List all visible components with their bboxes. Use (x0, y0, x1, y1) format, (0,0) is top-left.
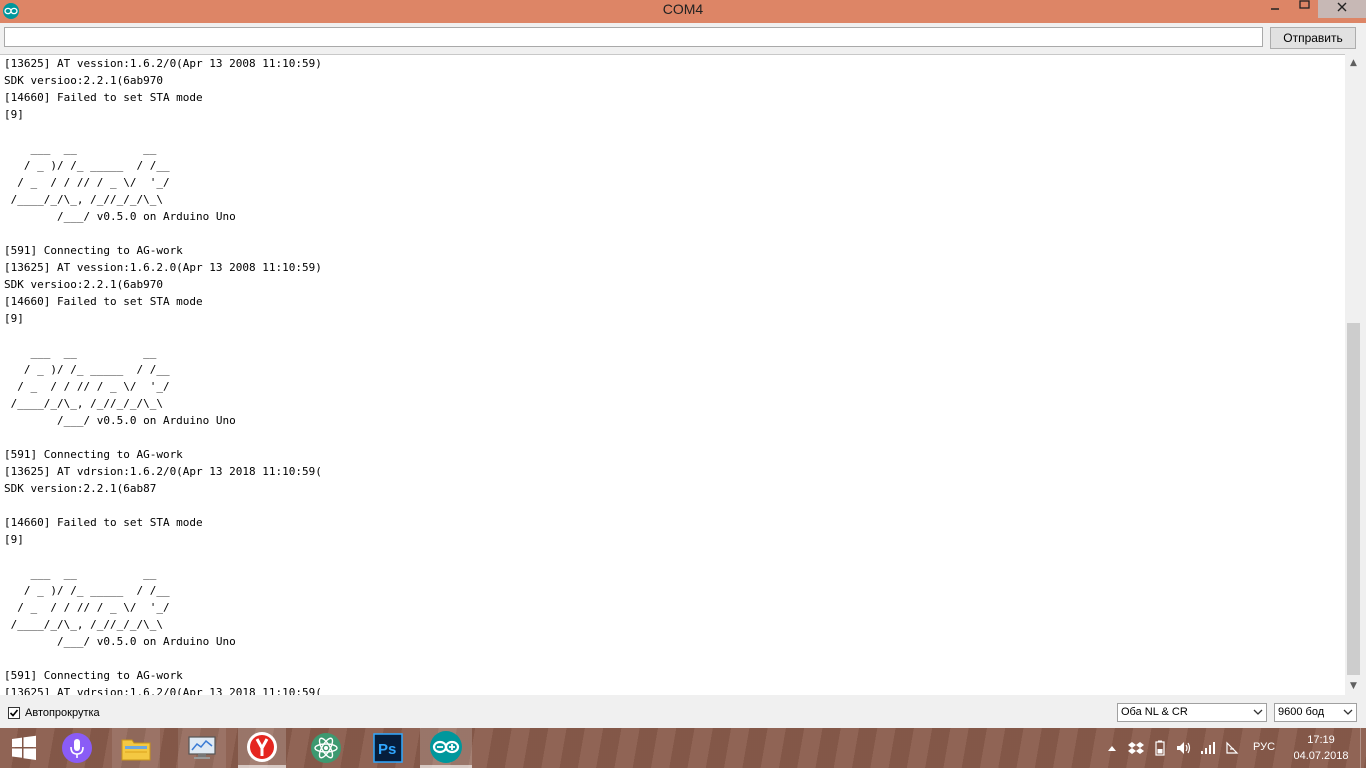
maximize-button[interactable] (1290, 0, 1318, 18)
battery-icon[interactable] (1151, 740, 1169, 756)
serial-output-line: ___ __ __ (4, 142, 157, 155)
taskbar: Ps РУС 17:19 04.07.2018 (0, 728, 1366, 768)
yandex-icon (247, 731, 277, 762)
taskbar-atom-editor[interactable] (302, 728, 350, 768)
taskbar-photoshop[interactable]: Ps (364, 728, 412, 768)
maximize-icon (1299, 0, 1310, 9)
serial-output-line: [13625] AT vession:1.6.2/0(Apr 13 2008 1… (4, 57, 322, 70)
microphone-icon (62, 733, 92, 763)
monitor-icon (188, 736, 216, 759)
serial-output-line: /___/ v0.5.0 on Arduino Uno (4, 210, 236, 223)
serial-output-line: [14660] Failed to set STA mode (4, 91, 203, 104)
serial-output-line: / _ / / // / _ \/ '_/ (4, 176, 170, 189)
serial-output-line (4, 225, 1345, 242)
serial-output-line: [13625] AT vession:1.6.2.0(Apr 13 2008 1… (4, 261, 322, 274)
autoscroll-checkbox[interactable] (8, 707, 20, 719)
serial-output-line: [13625] AT vdrsion:1.6.2/0(Apr 13 2018 1… (4, 686, 322, 695)
serial-output-line: SDK versioo:2.2.1(6ab970 (4, 278, 163, 291)
taskbar-file-explorer[interactable] (112, 728, 160, 768)
serial-output-line: /____/_/\_, /_//_/_/\_\ (4, 397, 163, 410)
minimize-icon (1271, 8, 1279, 10)
serial-output-line: SDK version:2.2.1(6ab87 (4, 482, 157, 495)
photoshop-label: Ps (378, 741, 396, 758)
serial-output-line (4, 497, 1345, 514)
chevron-down-icon (1253, 709, 1263, 715)
tray-expand-icon[interactable] (1103, 740, 1121, 756)
dropbox-icon[interactable] (1127, 740, 1145, 756)
atom-icon (311, 733, 341, 763)
autoscroll-toggle[interactable]: Автопрокрутка (8, 705, 100, 721)
input-language-indicator[interactable]: РУС (1253, 741, 1275, 753)
scroll-down-icon[interactable]: ▼ (1345, 678, 1362, 695)
close-icon (1337, 2, 1347, 12)
serial-output-line (4, 123, 1345, 140)
serial-output-line (4, 327, 1345, 344)
serial-output-line: [14660] Failed to set STA mode (4, 295, 203, 308)
line-ending-value: Оба NL & CR (1121, 706, 1188, 718)
minimize-button[interactable] (1262, 0, 1288, 18)
windows-logo-icon (12, 735, 36, 760)
show-desktop-button[interactable] (1360, 728, 1366, 768)
serial-output-line: /___/ v0.5.0 on Arduino Uno (4, 414, 236, 427)
serial-output-line: /____/_/\_, /_//_/_/\_\ (4, 618, 163, 631)
serial-output-area[interactable]: [13625] AT vession:1.6.2/0(Apr 13 2008 1… (0, 54, 1345, 695)
serial-output-line: / _ )/ /_ _____ / /__ (4, 159, 170, 172)
close-button[interactable] (1318, 0, 1366, 18)
serial-output-line: SDK versioo:2.2.1(6ab970 (4, 74, 163, 87)
autoscroll-label: Автопрокрутка (25, 707, 100, 719)
serial-output-line: / _ / / // / _ \/ '_/ (4, 601, 170, 614)
taskbar-voice-assistant[interactable] (53, 728, 101, 768)
taskbar-monitor-app[interactable] (178, 728, 226, 768)
serial-output-line: / _ / / // / _ \/ '_/ (4, 380, 170, 393)
volume-icon[interactable] (1175, 740, 1193, 756)
scroll-thumb[interactable] (1347, 323, 1360, 675)
start-button[interactable] (0, 728, 48, 768)
serial-send-input[interactable] (4, 27, 1263, 47)
arduino-icon (430, 730, 462, 763)
serial-output-line: / _ )/ /_ _____ / /__ (4, 584, 170, 597)
scroll-up-icon[interactable]: ▲ (1345, 55, 1362, 72)
serial-output-line (4, 650, 1345, 667)
serial-output-line: / _ )/ /_ _____ / /__ (4, 363, 170, 376)
checkmark-icon (9, 709, 19, 717)
baud-rate-value: 9600 бод (1278, 706, 1325, 718)
folder-icon (121, 739, 151, 761)
system-tray (1103, 728, 1247, 768)
serial-output-line: [9] (4, 312, 24, 325)
send-button[interactable]: Отправить (1270, 27, 1356, 49)
serial-output-text: [13625] AT vession:1.6.2/0(Apr 13 2008 1… (0, 55, 1345, 695)
serial-output-line: ___ __ __ (4, 567, 157, 580)
serial-output-line: [591] Connecting to AG-work (4, 669, 183, 682)
serial-output-line: /____/_/\_, /_//_/_/\_\ (4, 193, 163, 206)
serial-output-line: ___ __ __ (4, 346, 157, 359)
serial-output-line: [9] (4, 533, 24, 546)
serial-output-line: [591] Connecting to AG-work (4, 244, 183, 257)
serial-output-line: [14660] Failed to set STA mode (4, 516, 203, 529)
window-title: COM4 (662, 1, 704, 17)
keyboard-indicator-icon[interactable] (1223, 740, 1241, 756)
serial-output-line: [9] (4, 108, 24, 121)
baud-rate-select[interactable]: 9600 бод (1274, 703, 1357, 722)
serial-output-line (4, 548, 1345, 565)
clock-date: 04.07.2018 (1293, 750, 1349, 762)
taskbar-yandex-browser[interactable] (238, 728, 286, 768)
system-clock[interactable]: 17:19 04.07.2018 (1290, 732, 1352, 764)
serial-output-line: /___/ v0.5.0 on Arduino Uno (4, 635, 236, 648)
clock-time: 17:19 (1307, 734, 1335, 746)
network-signal-icon[interactable] (1199, 740, 1217, 756)
taskbar-arduino-ide[interactable] (420, 728, 472, 768)
line-ending-select[interactable]: Оба NL & CR (1117, 703, 1267, 722)
serial-output-line (4, 429, 1345, 446)
serial-output-line: [13625] AT vdrsion:1.6.2/0(Apr 13 2018 1… (4, 465, 322, 478)
ps-icon: Ps (373, 733, 403, 763)
output-scrollbar[interactable]: ▲ ▼ (1345, 55, 1362, 695)
serial-output-line: [591] Connecting to AG-work (4, 448, 183, 461)
chevron-down-icon (1343, 709, 1353, 715)
title-bar: COM4 (0, 0, 1366, 23)
